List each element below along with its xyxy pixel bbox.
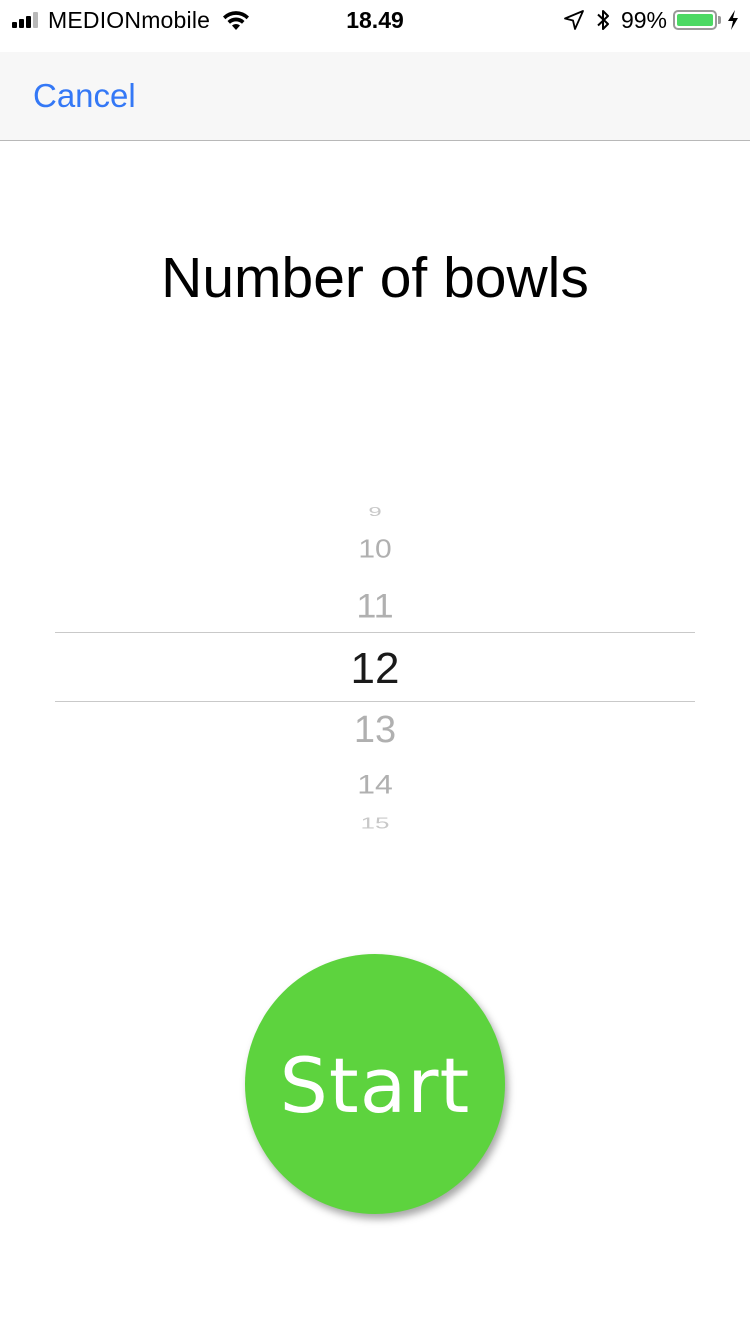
charging-icon <box>728 10 738 30</box>
battery-percent: 99% <box>620 6 667 33</box>
picker-item[interactable]: 11 <box>0 588 750 623</box>
picker-selection-line-bottom <box>55 701 695 702</box>
cancel-button[interactable]: Cancel <box>33 74 136 118</box>
battery-fill <box>677 14 713 26</box>
bluetooth-icon <box>597 10 609 30</box>
picker-selected-item[interactable]: 12 <box>0 647 750 691</box>
battery-icon <box>673 10 717 30</box>
picker-item[interactable]: 13 <box>0 711 750 749</box>
battery-cap <box>718 16 721 24</box>
start-label: Start <box>279 1040 471 1130</box>
picker-selection-line-top <box>55 632 695 633</box>
location-icon <box>564 10 584 30</box>
start-button[interactable]: Start <box>245 954 505 1214</box>
status-bar: MEDIONmobile 18.49 99% <box>0 0 750 40</box>
picker-item[interactable]: 10 <box>0 537 750 563</box>
picker-item[interactable]: 15 <box>0 815 750 831</box>
screen: MEDIONmobile 18.49 99% Cancel Number of … <box>0 0 750 1334</box>
bowl-count-picker[interactable]: 9 10 11 12 13 14 15 <box>0 480 750 850</box>
status-right: 99% <box>563 6 740 34</box>
picker-item[interactable]: 9 <box>0 505 750 518</box>
nav-bar: Cancel <box>0 52 750 141</box>
picker-item[interactable]: 14 <box>0 770 750 797</box>
page-title: Number of bowls <box>161 246 589 310</box>
